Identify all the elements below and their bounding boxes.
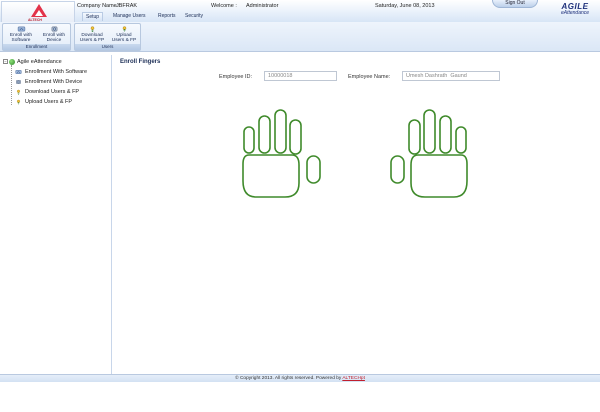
tab-manage-users[interactable]: Manage Users [110,12,149,21]
download-users-fp-button[interactable]: Download Users & FP [77,25,107,45]
right-palm[interactable] [410,154,468,198]
tree-root-label: Agile eAttendance [17,59,62,65]
left-palm[interactable] [242,154,300,198]
brand-subtitle: eAttendance [560,10,590,16]
powered-by-link[interactable]: ALTECHpt [342,376,365,381]
left-little-finger[interactable] [243,126,255,154]
tree-item-download-users[interactable]: Download Users & FP [15,88,79,96]
welcome-label: Welcome : [211,3,237,9]
right-middle-finger[interactable] [423,109,436,154]
top-header: ALTECH Company Name : JBFRAK Welcome : A… [0,0,600,23]
app-window: ALTECH Company Name : JBFRAK Welcome : A… [0,0,600,412]
right-little-finger[interactable] [455,126,467,154]
tree-item-enrollment-device[interactable]: Enrollment With Device [15,78,82,86]
fingerprint-software-icon [15,69,22,74]
enroll-with-device-button[interactable]: Enroll with Device [39,25,69,45]
product-brand: AGILE eAttendance [552,2,598,16]
upload-users-icon [122,26,126,32]
collapse-icon[interactable]: − [3,59,8,65]
left-ring-finger[interactable] [258,115,271,154]
hand-diagram [242,109,468,198]
company-logo: ALTECH [1,1,75,23]
ribbon-toolbar: Enroll with Software Enroll with Device … [0,22,600,52]
tab-reports[interactable]: Reports [155,12,179,21]
main-panel: Enroll Fingers Employee ID: Employee Nam… [113,55,600,374]
download-users-icon [90,26,94,32]
enroll-with-software-button[interactable]: Enroll with Software [6,25,36,45]
welcome-user: Administrator [246,3,279,9]
navigation-tree: − Agile eAttendance Enrollment With Softw… [0,55,112,374]
ribbon-group-users: Download Users & FP Upload Users & FP Us… [74,23,141,51]
fingerprint-software-icon [17,26,25,32]
menu-bar: Setup Manage Users Reports Security [76,12,546,21]
right-thumb[interactable] [390,155,405,184]
copyright-text: © Copyright 2013. All rights reserved. P… [235,376,343,381]
left-hand [242,109,321,198]
globe-icon [9,58,15,65]
left-thumb[interactable] [306,155,321,184]
tree-item-enrollment-software[interactable]: Enrollment With Software [15,68,87,76]
footer: © Copyright 2013. All rights reserved. P… [0,374,600,382]
fingerprint-device-icon [51,26,57,32]
left-middle-finger[interactable] [274,109,287,154]
tab-security[interactable]: Security [182,12,206,21]
download-users-icon [16,89,21,95]
upload-users-fp-button[interactable]: Upload Users & FP [109,25,139,45]
company-value: JBFRAK [116,3,138,9]
upload-users-icon [16,99,21,104]
ribbon-group-label: Enrollment [3,44,70,50]
right-index-finger[interactable] [408,119,421,155]
left-index-finger[interactable] [289,119,302,155]
right-hand [390,109,468,198]
tab-setup[interactable]: Setup [82,12,104,21]
sign-out-button[interactable]: Sign Out [492,0,538,8]
right-ring-finger[interactable] [439,115,452,154]
current-date: Saturday, June 08, 2013 [375,3,435,9]
tree-connector [11,65,12,105]
tree-item-upload-users[interactable]: Upload Users & FP [15,98,72,106]
company-label: Company Name : [77,3,120,9]
fingerprint-device-icon [16,79,21,84]
ribbon-group-enrollment: Enroll with Software Enroll with Device … [2,23,71,51]
ribbon-group-label: Users [75,44,140,50]
